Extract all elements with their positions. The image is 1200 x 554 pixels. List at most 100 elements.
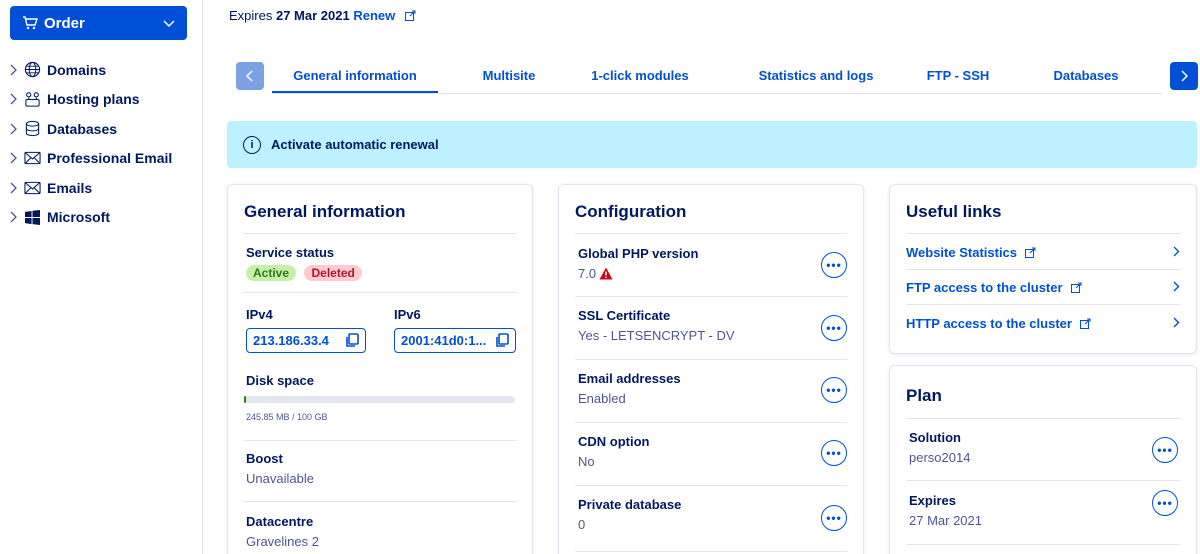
sidebar-item-hosting-plans[interactable]: Hosting plans	[10, 85, 172, 115]
ipv6-value: 2001:41d0:1...	[401, 333, 487, 348]
divider	[906, 304, 1180, 305]
sidebar-item-microsoft[interactable]: Microsoft	[10, 203, 172, 233]
ipv6-field[interactable]: 2001:41d0:1...	[394, 328, 516, 353]
boost-label: Boost	[246, 451, 283, 466]
external-link-icon	[404, 10, 416, 21]
status-badge-deleted: Deleted	[304, 265, 362, 281]
tab-bar: General information Multisite 1-click mo…	[236, 60, 1198, 94]
expiry-line: Expires 27 Mar 2021 Renew	[229, 8, 416, 23]
sidebar-item-domains[interactable]: Domains	[10, 55, 172, 85]
plan-expires-label: Expires	[909, 493, 956, 508]
main-content: Expires 27 Mar 2021 Renew General inform…	[203, 0, 1200, 554]
chevron-right-icon	[1173, 280, 1180, 295]
php-version-value: 7.0	[578, 266, 597, 281]
tab-databases[interactable]: Databases	[1036, 68, 1136, 83]
cart-icon	[22, 16, 38, 30]
configuration-card: Configuration Global PHP version 7.0 •••…	[558, 184, 864, 554]
tab-multisite[interactable]: Multisite	[464, 68, 554, 83]
external-link-icon	[1079, 318, 1091, 329]
active-tab-indicator	[272, 91, 438, 93]
disk-usage-fill	[244, 396, 246, 403]
sidebar-item-emails[interactable]: Emails	[10, 173, 172, 203]
copy-icon[interactable]	[495, 333, 509, 348]
card-title: Configuration	[575, 202, 687, 221]
tab-1-click-modules[interactable]: 1-click modules	[573, 68, 707, 83]
order-button[interactable]: Order	[10, 6, 187, 40]
tab-general-information[interactable]: General information	[272, 68, 438, 83]
private-database-value: 0	[578, 517, 586, 532]
ipv6-label: IPv6	[394, 307, 421, 322]
php-version-value-row: 7.0	[578, 266, 613, 281]
card-title: Plan	[906, 386, 942, 405]
banner-text: Activate automatic renewal	[271, 137, 439, 152]
solution-actions-button[interactable]: •••	[1152, 437, 1178, 463]
card-title: Useful links	[906, 202, 1002, 221]
php-version-actions-button[interactable]: •••	[821, 252, 847, 278]
email-addresses-actions-button[interactable]: •••	[821, 377, 847, 403]
divider	[244, 292, 516, 293]
copy-icon[interactable]	[345, 333, 359, 348]
link-label: FTP access to the cluster	[906, 280, 1063, 295]
microsoft-icon	[24, 209, 44, 225]
info-icon: i	[243, 135, 261, 154]
divider	[906, 480, 1180, 481]
divider	[575, 422, 847, 423]
tabs-scroll-left-button[interactable]	[236, 62, 264, 90]
external-link-icon	[1025, 247, 1036, 258]
divider	[575, 551, 847, 552]
envelope-icon	[24, 181, 44, 195]
renewal-banner[interactable]: i Activate automatic renewal	[227, 121, 1197, 168]
plan-expires-value: 27 Mar 2021	[909, 513, 982, 528]
chevron-right-icon	[10, 93, 24, 105]
card-title: General information	[244, 202, 406, 221]
tab-statistics-and-logs[interactable]: Statistics and logs	[736, 68, 896, 83]
tabs-scroll-right-button[interactable]	[1170, 62, 1198, 90]
service-status-badges: Active Deleted	[246, 264, 366, 282]
divider	[244, 233, 516, 234]
ipv4-value: 213.186.33.4	[253, 333, 329, 348]
envelope-icon	[24, 151, 44, 165]
sidebar-item-label: Hosting plans	[47, 91, 140, 108]
service-status-label: Service status	[246, 245, 335, 260]
chevron-down-icon	[163, 15, 175, 32]
email-addresses-value: Enabled	[578, 391, 626, 406]
datacentre-value: Gravelines 2	[246, 534, 319, 549]
divider	[575, 359, 847, 360]
sidebar-item-label: Databases	[47, 120, 118, 137]
private-database-actions-button[interactable]: •••	[821, 505, 847, 531]
ssl-certificate-actions-button[interactable]: •••	[821, 315, 847, 341]
cdn-option-actions-button[interactable]: •••	[821, 440, 847, 466]
chevron-right-icon	[10, 123, 24, 135]
status-badge-active: Active	[246, 265, 297, 281]
link-http-access[interactable]: HTTP access to the cluster	[906, 316, 1180, 331]
divider	[244, 440, 516, 441]
globe-icon	[24, 61, 44, 78]
sidebar-item-label: Microsoft	[47, 209, 110, 226]
link-website-statistics[interactable]: Website Statistics	[906, 245, 1180, 260]
hosting-icon	[24, 91, 44, 108]
database-icon	[24, 120, 44, 137]
useful-links-card: Useful links Website Statistics FTP acce…	[889, 184, 1197, 354]
tab-ftp-ssh[interactable]: FTP - SSH	[912, 68, 1004, 83]
sidebar-item-professional-email[interactable]: Professional Email	[10, 144, 172, 174]
divider	[575, 485, 847, 486]
expires-prefix: Expires	[229, 8, 273, 23]
plan-expires-actions-button[interactable]: •••	[1152, 490, 1178, 516]
link-ftp-access[interactable]: FTP access to the cluster	[906, 280, 1180, 295]
disk-usage-bar	[244, 396, 515, 403]
renew-link[interactable]: Renew	[353, 8, 395, 23]
solution-value: perso2014	[909, 450, 971, 465]
private-database-label: Private database	[578, 497, 682, 512]
sidebar-item-label: Emails	[47, 179, 93, 196]
ssl-certificate-label: SSL Certificate	[578, 308, 671, 323]
divider	[244, 501, 516, 502]
datacentre-label: Datacentre	[246, 514, 314, 529]
ipv4-field[interactable]: 213.186.33.4	[246, 328, 366, 353]
boost-value: Unavailable	[246, 471, 314, 486]
divider	[906, 233, 1180, 234]
chevron-right-icon	[1173, 245, 1180, 260]
chevron-left-icon	[246, 70, 253, 82]
ssl-certificate-value: Yes - LETSENCRYPT - DV	[578, 328, 735, 343]
sidebar-item-databases[interactable]: Databases	[10, 114, 172, 144]
expires-date: 27 Mar 2021	[275, 8, 350, 23]
